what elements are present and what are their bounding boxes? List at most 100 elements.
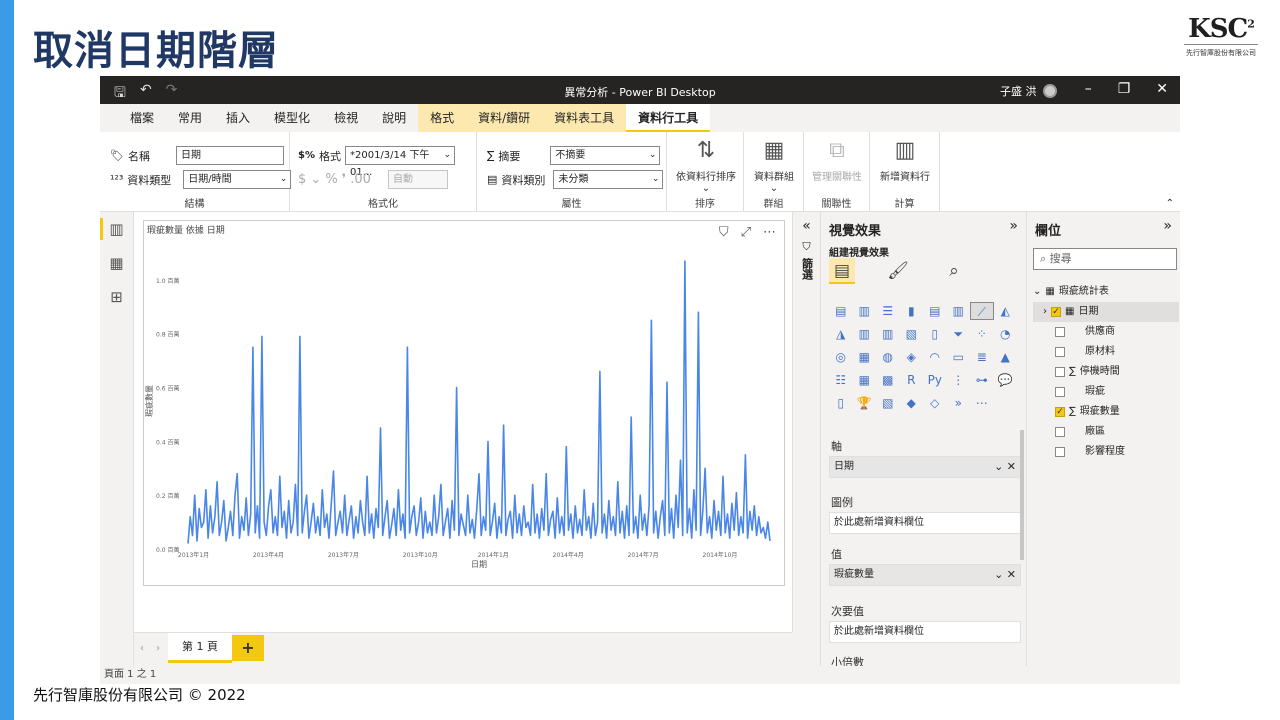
field-plant[interactable]: 廠區 xyxy=(1033,422,1179,442)
paginated-report-icon[interactable]: ▧ xyxy=(876,394,900,412)
line-column-icon[interactable]: ▥ xyxy=(853,325,877,343)
next-page-icon[interactable]: › xyxy=(156,643,160,654)
search-icon: ⌕ xyxy=(1040,252,1050,265)
field-material[interactable]: 原材料 xyxy=(1033,342,1179,362)
smart-narrative-icon[interactable]: ▯ xyxy=(829,394,853,412)
field-defect-count[interactable]: ✓ ∑ 瑕疵數量 xyxy=(1033,402,1179,422)
multirow-card-icon[interactable]: ≣ xyxy=(970,348,994,366)
fields-search-input[interactable]: ⌕ 搜尋 xyxy=(1033,248,1177,270)
funnel-icon[interactable]: ⏷ xyxy=(947,325,971,343)
y-axis-title: 瑕疵數量 xyxy=(144,385,154,417)
tab-help[interactable]: 說明 xyxy=(370,104,418,132)
expand-filters-icon[interactable]: « xyxy=(793,218,820,234)
currency-format-buttons[interactable]: $ ⌄ % ❜ .00 xyxy=(298,172,384,187)
map-icon[interactable]: ◍ xyxy=(876,348,900,366)
values-well[interactable]: 瑕疵數量 ⌄ ✕ xyxy=(829,564,1021,586)
stacked-column-100-icon[interactable]: ▥ xyxy=(947,302,971,320)
tab-view[interactable]: 檢視 xyxy=(322,104,370,132)
tab-table-tools[interactable]: 資料表工具 xyxy=(542,104,627,132)
donut-icon[interactable]: ◎ xyxy=(829,348,853,366)
r-visual-icon[interactable]: R xyxy=(900,371,924,389)
datatype-select[interactable]: 日期/時間 ⌄ xyxy=(183,170,292,189)
qa-icon[interactable]: 💬 xyxy=(994,371,1018,389)
goals-icon[interactable]: 🏆 xyxy=(853,394,877,412)
report-view-icon[interactable]: ▥ xyxy=(100,212,133,246)
pie-icon[interactable]: ◔ xyxy=(994,325,1018,343)
slicer-icon[interactable]: ☷ xyxy=(829,371,853,389)
stacked-area-icon[interactable]: ◮ xyxy=(829,325,853,343)
tab-format[interactable]: 格式 xyxy=(418,104,467,132)
sort-by-column-button[interactable]: ⇅ 依資料行排序 ⌄ xyxy=(671,138,741,194)
new-column-button[interactable]: ▥ 新增資料行 xyxy=(874,138,936,183)
data-groups-button[interactable]: ▦ 資料群組 ⌄ xyxy=(748,138,800,194)
power-apps-icon[interactable]: ◇ xyxy=(923,394,947,412)
y-tick-label: 0.0 百萬 xyxy=(156,546,179,554)
field-date[interactable]: › ✓ ▦ 日期 xyxy=(1033,302,1179,322)
summarization-select[interactable]: 不摘要 ⌄ xyxy=(550,146,661,165)
key-influencers-icon[interactable]: ⋮ xyxy=(947,371,971,389)
data-category-select[interactable]: 未分類 ⌄ xyxy=(553,170,664,189)
field-supplier[interactable]: 供應商 xyxy=(1033,322,1179,342)
data-view-icon[interactable]: ▦ xyxy=(100,246,133,280)
waterfall-icon[interactable]: ▯ xyxy=(923,325,947,343)
manage-relationships-button[interactable]: ⧉ 管理關聯性 xyxy=(806,138,868,183)
minimize-icon[interactable]: – xyxy=(1085,81,1092,97)
restore-icon[interactable]: ❐ xyxy=(1118,81,1131,97)
line-chart-visual[interactable]: 瑕疵數量 依據 日期 ⛉ ⤢ ⋯ 0.0 百萬 0.2 百萬 0.4 百萬 0.6 百… xyxy=(143,220,785,586)
filled-map-icon[interactable]: ◈ xyxy=(900,348,924,366)
tab-column-tools[interactable]: 資料行工具 xyxy=(626,104,711,132)
line-clustered-icon[interactable]: ▥ xyxy=(876,325,900,343)
page-tab[interactable]: 第 1 頁 xyxy=(168,633,232,663)
add-page-button[interactable]: + xyxy=(232,635,264,661)
tab-insert[interactable]: 插入 xyxy=(214,104,262,132)
collapse-ribbon-icon[interactable]: ⌃ xyxy=(1166,198,1174,209)
ribbon-chart-icon[interactable]: ▧ xyxy=(900,325,924,343)
decimal-places-input[interactable]: 自動 xyxy=(388,170,448,189)
filters-pane-collapsed[interactable]: « ⛉ 篩選 xyxy=(792,212,820,632)
model-view-icon[interactable]: ⊞ xyxy=(100,280,133,314)
tab-data-drill[interactable]: 資料/鑽研 xyxy=(466,104,543,132)
collapse-pane-icon[interactable]: » xyxy=(1009,218,1018,234)
treemap-icon[interactable]: ▦ xyxy=(853,348,877,366)
line-chart-icon[interactable]: ⟋ xyxy=(970,302,994,320)
stacked-column-icon[interactable]: ▥ xyxy=(853,302,877,320)
table-icon[interactable]: ▦ xyxy=(853,371,877,389)
field-downtime[interactable]: ∑ 停機時間 xyxy=(1033,362,1179,382)
tab-modeling[interactable]: 模型化 xyxy=(262,104,322,132)
stacked-bar-icon[interactable]: ▤ xyxy=(829,302,853,320)
power-automate-icon[interactable]: » xyxy=(947,394,971,412)
more-visuals-icon[interactable]: ⋯ xyxy=(970,394,994,412)
legend-well[interactable]: 於此處新增資料欄位 xyxy=(829,512,1021,534)
prev-page-icon[interactable]: ‹ xyxy=(140,643,144,654)
report-canvas[interactable]: 瑕疵數量 依據 日期 ⛉ ⤢ ⋯ 0.0 百萬 0.2 百萬 0.4 百萬 0.6 百… xyxy=(134,212,792,657)
axis-well[interactable]: 日期 ⌄ ✕ xyxy=(829,456,1021,478)
name-label: 名稱 xyxy=(127,149,150,163)
card-icon[interactable]: ▭ xyxy=(947,348,971,366)
format-visual-icon[interactable]: 🖌 xyxy=(885,258,911,284)
build-visual-icon[interactable]: ▤ xyxy=(829,258,855,284)
secondary-values-well[interactable]: 於此處新增資料欄位 xyxy=(829,621,1021,643)
decomposition-tree-icon[interactable]: ⊶ xyxy=(970,371,994,389)
clustered-bar-icon[interactable]: ☰ xyxy=(876,302,900,320)
scatter-icon[interactable]: ⁘ xyxy=(970,325,994,343)
tab-file[interactable]: 檔案 xyxy=(118,104,166,132)
python-visual-icon[interactable]: Py xyxy=(923,371,947,389)
clustered-column-icon[interactable]: ▮ xyxy=(900,302,924,320)
matrix-icon[interactable]: ▩ xyxy=(876,371,900,389)
stacked-bar-100-icon[interactable]: ▤ xyxy=(923,302,947,320)
user-account[interactable]: 子盛 洪 xyxy=(1000,83,1057,99)
close-icon[interactable]: ✕ xyxy=(1156,81,1168,97)
table-node[interactable]: ⌄ ▦ 瑕疵統計表 xyxy=(1033,282,1179,302)
field-impact[interactable]: 影響程度 xyxy=(1033,442,1179,462)
format-select[interactable]: *2001/3/14 下午 01... ⌄ xyxy=(344,146,455,178)
kpi-icon[interactable]: ▲ xyxy=(994,348,1018,366)
tab-home[interactable]: 常用 xyxy=(166,104,214,132)
arcgis-icon[interactable]: ◆ xyxy=(900,394,924,412)
gauge-icon[interactable]: ◠ xyxy=(923,348,947,366)
name-input[interactable]: 日期 xyxy=(175,146,284,165)
area-chart-icon[interactable]: ◭ xyxy=(994,302,1018,320)
viz-pane-scrollbar[interactable] xyxy=(1020,430,1024,560)
analytics-icon[interactable]: ⌕ xyxy=(941,258,967,284)
field-defect[interactable]: 瑕疵 xyxy=(1033,382,1179,402)
collapse-pane-icon[interactable]: » xyxy=(1163,218,1172,234)
